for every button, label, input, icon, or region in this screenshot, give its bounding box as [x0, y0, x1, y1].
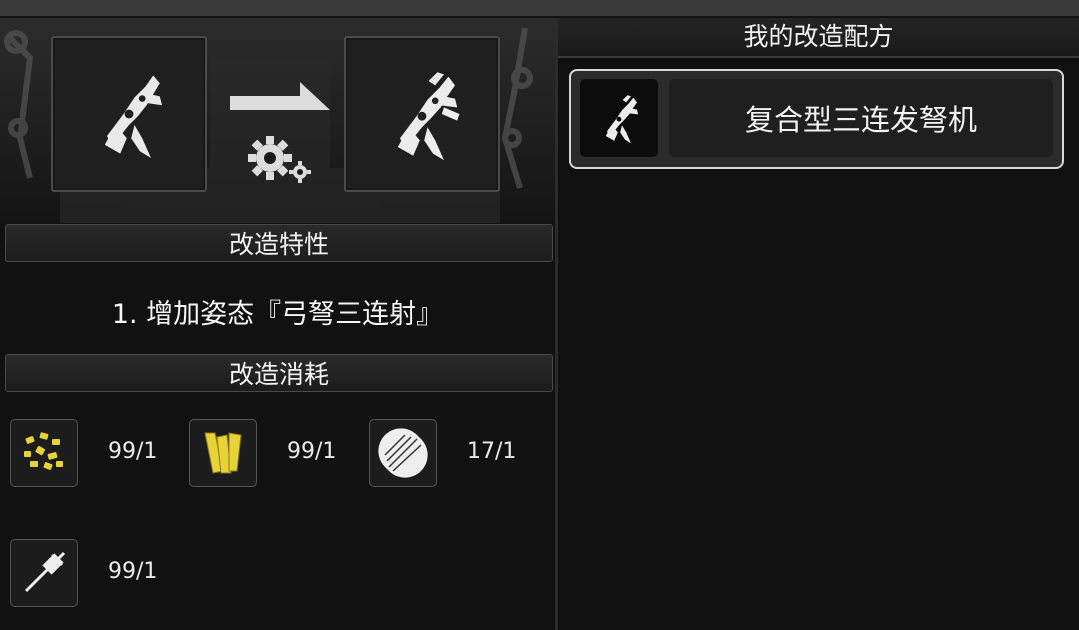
spike-tool-icon	[24, 551, 66, 593]
upgrade-arrow-gear-icon	[230, 82, 330, 183]
triple-crossbow-icon	[605, 95, 639, 144]
cost-header-label: 改造消耗	[228, 360, 329, 389]
triple-crossbow-icon	[397, 72, 460, 161]
feature-header-label: 改造特性	[228, 230, 329, 259]
cost-section-header: 改造消耗	[5, 354, 553, 392]
recipe-list-title: 我的改造配方	[558, 18, 1079, 58]
source-item-slot[interactable]	[51, 36, 207, 192]
top-bar	[0, 0, 1079, 18]
material-item[interactable]: 17/1	[369, 419, 539, 489]
material-icon-slot	[10, 539, 78, 607]
banner	[0, 18, 555, 223]
gold-wood-planks-icon	[204, 432, 242, 474]
recipe-name: 复合型三连发弩机	[669, 79, 1053, 157]
material-count: 99/1	[287, 439, 337, 464]
material-count: 17/1	[467, 439, 517, 464]
material-count: 99/1	[108, 559, 158, 584]
modification-panel: 改造特性 1. 增加姿态『弓弩三连射』 改造消耗 99/1 99/1 17/1 …	[0, 18, 558, 630]
crossbow-weapon-icon	[104, 75, 162, 158]
material-item[interactable]: 99/1	[10, 539, 180, 609]
recipe-item-selected[interactable]: 复合型三连发弩机	[569, 69, 1064, 169]
recipe-list-panel: 我的改造配方 复合型三连发弩机	[558, 18, 1079, 630]
result-item-slot[interactable]	[344, 36, 500, 192]
wood-shield-icon	[378, 428, 428, 478]
feature-section-header: 改造特性	[5, 224, 553, 262]
material-icon-slot	[10, 419, 78, 487]
material-icon-slot	[189, 419, 257, 487]
material-item[interactable]: 99/1	[189, 419, 359, 489]
recipe-icon-slot	[580, 79, 658, 157]
feature-description: 1. 增加姿态『弓弩三连射』	[111, 299, 444, 330]
material-count: 99/1	[108, 439, 158, 464]
material-item[interactable]: 99/1	[10, 419, 180, 489]
gold-nuggets-icon	[24, 432, 63, 470]
material-icon-slot	[369, 419, 437, 487]
